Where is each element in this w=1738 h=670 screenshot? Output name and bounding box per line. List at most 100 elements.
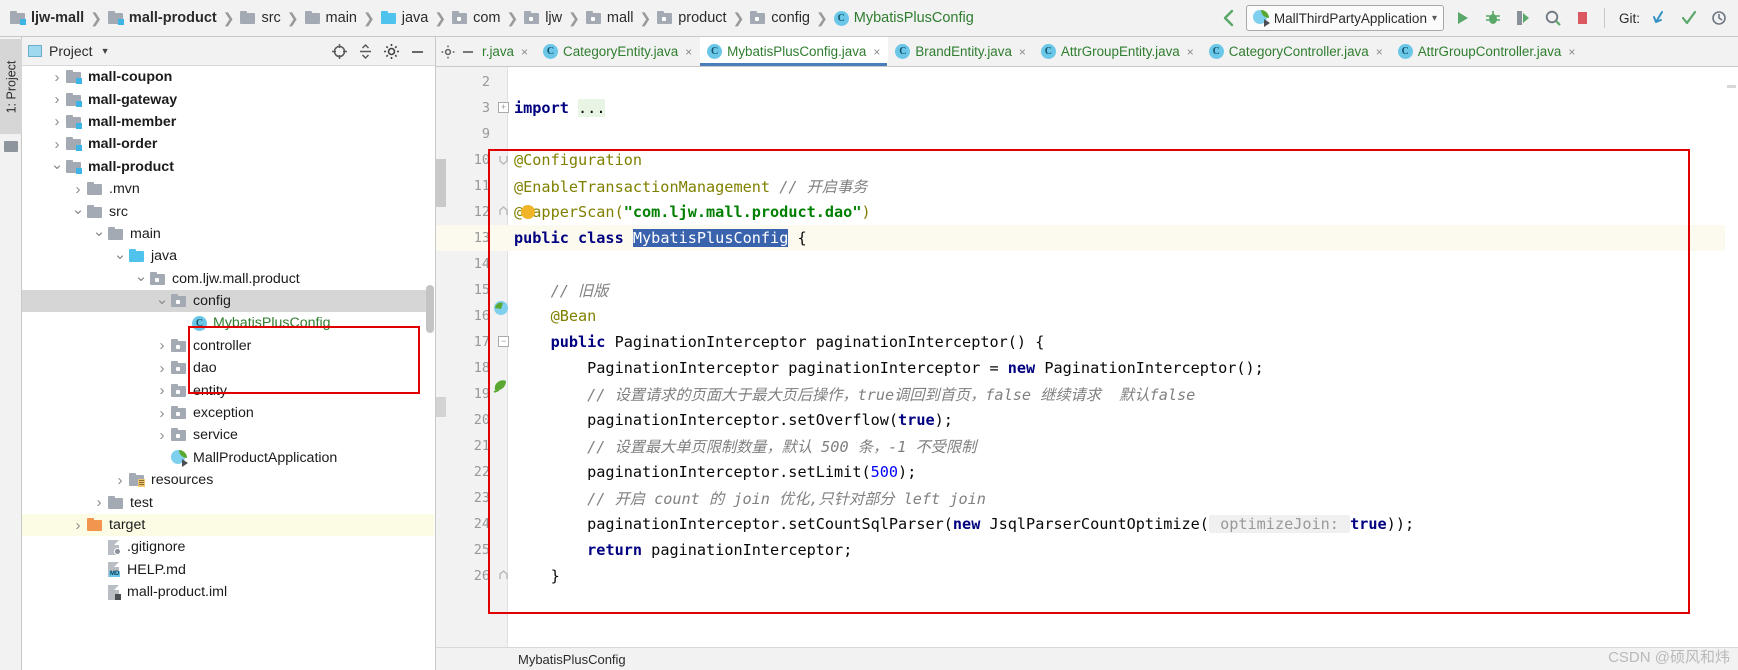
- code-fold-marker[interactable]: −: [498, 336, 509, 347]
- chevron-right-icon[interactable]: ›: [153, 428, 171, 443]
- close-icon[interactable]: ×: [1187, 45, 1194, 59]
- tree-node-mall-product-iml[interactable]: mall-product.iml: [22, 581, 434, 603]
- sidebar-item-project-tab[interactable]: 1: Project: [0, 39, 22, 134]
- tree-node-entity[interactable]: › entity: [22, 379, 434, 401]
- breadcrumb-item-ljw[interactable]: ljw: [522, 0, 564, 36]
- chevron-right-icon[interactable]: ›: [153, 383, 171, 398]
- breadcrumb-item-mybatisplusconfig[interactable]: C MybatisPlusConfig: [832, 0, 976, 36]
- chevron-right-icon[interactable]: ›: [69, 182, 87, 197]
- editor-tab-attrgroupentity-java[interactable]: C AttrGroupEntity.java ×: [1034, 37, 1202, 66]
- intention-bulb-icon[interactable]: [521, 205, 535, 219]
- code-line-26[interactable]: 26 }: [436, 563, 1738, 589]
- breadcrumb-item-java[interactable]: java: [379, 0, 431, 36]
- profiler-icon[interactable]: [1540, 5, 1566, 31]
- tree-node-mall-gateway[interactable]: › mall-gateway: [22, 88, 434, 110]
- chevron-right-icon[interactable]: ›: [48, 92, 66, 107]
- editor-tab-r-java[interactable]: r.java ×: [480, 37, 536, 66]
- code-fold-marker[interactable]: [498, 154, 509, 165]
- tree-node-mybatisplusconfig[interactable]: C MybatisPlusConfig: [22, 312, 434, 334]
- code-line-14[interactable]: 14: [436, 251, 1738, 277]
- minimize-icon[interactable]: [405, 39, 429, 63]
- breadcrumb-item-ljw-mall[interactable]: ljw-mall: [8, 0, 86, 36]
- editor-marker-bar[interactable]: [1725, 67, 1738, 647]
- tree-node-mall-member[interactable]: › mall-member: [22, 111, 434, 133]
- code-fold-marker[interactable]: +: [498, 102, 509, 113]
- tree-node-main[interactable]: ⌄ main: [22, 223, 434, 245]
- tree-node-dao[interactable]: › dao: [22, 357, 434, 379]
- chevron-right-icon[interactable]: ›: [153, 338, 171, 353]
- chevron-right-icon[interactable]: ›: [48, 70, 66, 85]
- code-line-16[interactable]: 16 @Bean: [436, 303, 1738, 329]
- bean-method-gutter-icon[interactable]: [492, 377, 510, 395]
- editor-tab-brandentity-java[interactable]: C BrandEntity.java ×: [888, 37, 1034, 66]
- checkmark-icon[interactable]: [1676, 5, 1702, 31]
- close-icon[interactable]: ×: [685, 45, 692, 59]
- tree-node-mallproductapplication[interactable]: MallProductApplication: [22, 447, 434, 469]
- bean-gutter-icon[interactable]: [492, 299, 510, 317]
- code-line-12[interactable]: 12 @MapperScan("com.ljw.mall.product.dao"…: [436, 199, 1738, 225]
- code-line-24[interactable]: 24 paginationInterceptor.setCountSqlPars…: [436, 511, 1738, 537]
- tree-node-controller[interactable]: › controller: [22, 335, 434, 357]
- back-arrow-icon[interactable]: [1216, 5, 1242, 31]
- close-icon[interactable]: ×: [521, 45, 528, 59]
- tree-node-com-ljw-mall-product[interactable]: ⌄ com.ljw.mall.product: [22, 268, 434, 290]
- gear-icon[interactable]: [440, 44, 456, 60]
- tree-node-service[interactable]: › service: [22, 424, 434, 446]
- breadcrumb-item-com[interactable]: com: [450, 0, 502, 36]
- coverage-icon[interactable]: [1510, 5, 1536, 31]
- update-arrow-icon[interactable]: [1646, 5, 1672, 31]
- run-configuration-selector[interactable]: MallThirdPartyApplication ▾: [1245, 5, 1444, 31]
- tree-node-src[interactable]: ⌄ src: [22, 200, 434, 222]
- tree-node-mall-product[interactable]: ⌄ mall-product: [22, 156, 434, 178]
- chevron-right-icon[interactable]: ›: [69, 518, 87, 533]
- tree-node-java[interactable]: ⌄ java: [22, 245, 434, 267]
- breadcrumb-item-main[interactable]: main: [303, 0, 359, 36]
- tree-node-mall-coupon[interactable]: › mall-coupon: [22, 66, 434, 88]
- tree-node-test[interactable]: › test: [22, 491, 434, 513]
- chevron-right-icon[interactable]: ›: [90, 495, 108, 510]
- code-line-2[interactable]: 2: [436, 69, 1738, 95]
- breadcrumb-item-product[interactable]: product: [655, 0, 728, 36]
- chevron-right-icon[interactable]: ›: [48, 137, 66, 152]
- chevron-down-icon[interactable]: ⌄: [90, 224, 108, 239]
- collapse-all-icon[interactable]: [353, 39, 377, 63]
- tree-node--mvn[interactable]: › .mvn: [22, 178, 434, 200]
- stop-icon[interactable]: [1570, 5, 1596, 31]
- code-fold-marker[interactable]: [498, 570, 509, 581]
- close-icon[interactable]: ×: [1568, 45, 1575, 59]
- tree-node-mall-order[interactable]: › mall-order: [22, 133, 434, 155]
- editor-tab-categorycontroller-java[interactable]: C CategoryController.java ×: [1202, 37, 1391, 66]
- editor-tab-attrgroupcontroller-java[interactable]: C AttrGroupController.java ×: [1391, 37, 1584, 66]
- code-line-3[interactable]: 3 import ...: [436, 95, 1738, 121]
- code-line-10[interactable]: 10 @Configuration: [436, 147, 1738, 173]
- tree-node-target[interactable]: › target: [22, 513, 434, 537]
- close-icon[interactable]: ×: [1376, 45, 1383, 59]
- code-line-9[interactable]: 9: [436, 121, 1738, 147]
- tree-node-resources[interactable]: › resources: [22, 469, 434, 491]
- chevron-down-icon[interactable]: ⌄: [48, 157, 66, 172]
- chevron-right-icon[interactable]: ›: [48, 114, 66, 129]
- code-line-23[interactable]: 23 // 开启 count 的 join 优化,只针对部分 left join: [436, 485, 1738, 511]
- history-icon[interactable]: [1706, 5, 1732, 31]
- chevron-down-icon[interactable]: ⌄: [132, 269, 150, 284]
- tree-node--gitignore[interactable]: .gitignore: [22, 536, 434, 558]
- code-line-18[interactable]: 18 PaginationInterceptor paginationInter…: [436, 355, 1738, 381]
- project-tree-scrollbar[interactable]: [426, 285, 434, 333]
- code-line-17[interactable]: 17 public PaginationInterceptor paginati…: [436, 329, 1738, 355]
- editor-tab-categoryentity-java[interactable]: C CategoryEntity.java ×: [536, 37, 700, 66]
- close-icon[interactable]: ×: [1019, 45, 1026, 59]
- chevron-down-icon[interactable]: ⌄: [153, 292, 171, 307]
- breadcrumb-item-mall-product[interactable]: mall-product: [106, 0, 219, 36]
- code-line-20[interactable]: 20 paginationInterceptor.setOverflow(tru…: [436, 407, 1738, 433]
- breadcrumb-item-src[interactable]: src: [238, 0, 282, 36]
- code-line-15[interactable]: 15 // 旧版: [436, 277, 1738, 303]
- chevron-right-icon[interactable]: ›: [153, 361, 171, 376]
- gear-icon[interactable]: [379, 39, 403, 63]
- breadcrumb-item-config[interactable]: config: [748, 0, 812, 36]
- code-editor[interactable]: 2 3 import ... 9 10 @Configuration 11 @EnableTr…: [436, 67, 1738, 647]
- tree-node-help-md[interactable]: MD HELP.md: [22, 559, 434, 581]
- code-line-21[interactable]: 21 // 设置最大单页限制数量，默认 500 条，-1 不受限制: [436, 433, 1738, 459]
- crosshair-icon[interactable]: [327, 39, 351, 63]
- code-line-11[interactable]: 11 @EnableTransactionManagement // 开启事务: [436, 173, 1738, 199]
- chevron-right-icon[interactable]: ›: [111, 473, 129, 488]
